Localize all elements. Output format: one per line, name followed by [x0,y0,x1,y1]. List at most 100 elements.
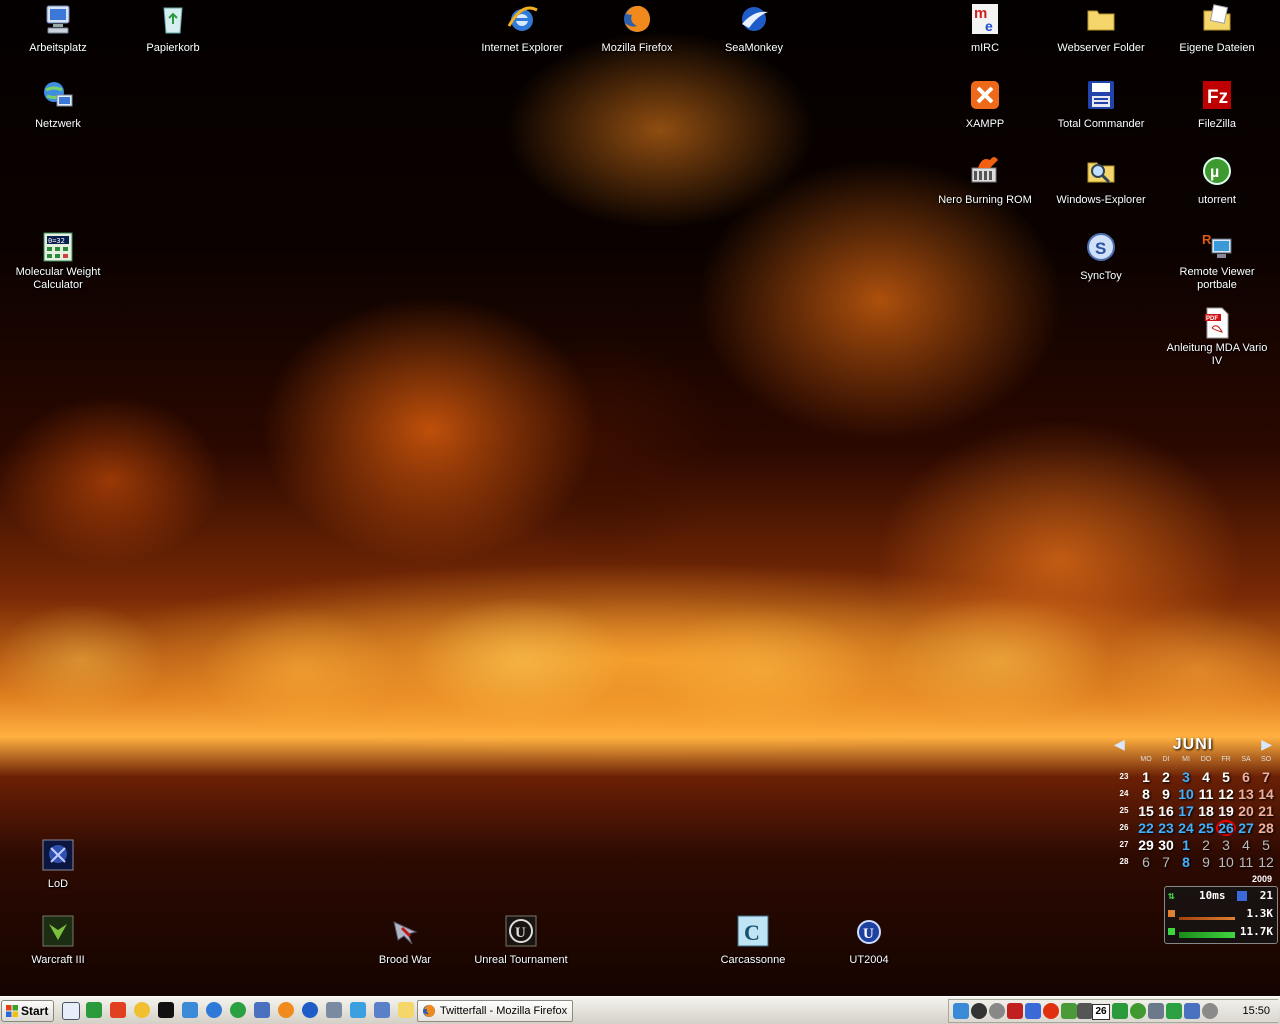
desktop-icon-xampp[interactable]: XAMPP [930,78,1040,132]
excel-icon[interactable] [86,1002,102,1018]
calendar-day[interactable]: 26 [1216,820,1236,836]
calendar-day[interactable]: 6 [1236,769,1256,785]
calendar-day[interactable]: 11 [1196,786,1216,802]
desktop-icon-webserver-folder[interactable]: Webserver Folder [1046,2,1156,56]
network-connection-icon[interactable] [1184,1003,1200,1019]
calendar-day[interactable]: 27 [1236,820,1256,836]
calendar-day[interactable]: 9 [1156,786,1176,802]
desktop-icon-total-commander[interactable]: Total Commander [1046,78,1156,132]
document-arrow-icon[interactable] [374,1002,390,1018]
display-icon[interactable] [1025,1003,1041,1019]
network-places-icon[interactable] [254,1002,270,1018]
taskbar-button-firefox[interactable]: Twitterfall - Mozilla Firefox [417,1000,573,1022]
calendar-day[interactable]: 4 [1196,769,1216,785]
usb-icon[interactable] [1148,1003,1164,1019]
antivirus-icon[interactable] [1043,1003,1059,1019]
calendar-day[interactable]: 1 [1136,769,1156,785]
calendar-day[interactable]: 5 [1216,769,1236,785]
calendar-day[interactable]: 30 [1156,837,1176,853]
clock[interactable]: 15:50 [1242,1000,1270,1022]
firefox-icon[interactable] [278,1002,294,1018]
calendar-day[interactable]: 4 [1236,837,1256,853]
desktop-icon-mirc[interactable]: me mIRC [930,2,1040,56]
calendar-day[interactable]: 13 [1236,786,1256,802]
update-icon[interactable] [1061,1003,1077,1019]
desktop-icon-remote-viewer[interactable]: R Remote Viewer portbale [1162,230,1272,293]
calendar-day[interactable]: 25 [1196,820,1216,836]
calendar-day[interactable]: 5 [1256,837,1276,853]
start-button[interactable]: Start [1,1000,54,1022]
utorrent-tray-icon[interactable] [1130,1003,1146,1019]
desktop-icon-warcraft-iii[interactable]: Warcraft III [3,914,113,968]
calendar-day[interactable]: 7 [1156,854,1176,870]
desktop-icon-lod[interactable]: LoD [3,838,113,892]
calendar-day[interactable]: 15 [1136,803,1156,819]
calendar-day[interactable]: 11 [1236,854,1256,870]
calendar-day[interactable]: 23 [1156,820,1176,836]
desktop-icon-nero-burning-rom[interactable]: Nero Burning ROM [930,154,1040,208]
desktop-icon-synctoy[interactable]: S SyncToy [1046,230,1156,284]
calendar-day[interactable]: 14 [1256,786,1276,802]
clover-icon[interactable] [230,1002,246,1018]
mirc-tray-icon[interactable] [1007,1003,1023,1019]
desktop-icon-carcassonne[interactable]: C Carcassonne [698,914,808,968]
internet-explorer-icon[interactable] [206,1002,222,1018]
outlook-icon[interactable] [110,1002,126,1018]
calendar-day[interactable]: 2 [1156,769,1176,785]
desktop-icon-windows-explorer[interactable]: Windows-Explorer [1046,154,1156,208]
desktop-icon-mozilla-firefox[interactable]: Mozilla Firefox [582,2,692,56]
calendar-day[interactable]: 1 [1176,837,1196,853]
tray-date-badge[interactable]: 26 [1092,1004,1110,1020]
calendar-day[interactable]: 8 [1176,854,1196,870]
calendar-day[interactable]: 3 [1216,837,1236,853]
desktop-icon-brood-war[interactable]: Brood War [350,914,460,968]
calendar-day[interactable]: 29 [1136,837,1156,853]
calendar-next-arrow-icon[interactable]: ▶ [1261,736,1272,753]
music-note-icon[interactable] [350,1002,366,1018]
word-icon[interactable] [62,1002,80,1020]
desktop-icon-internet-explorer[interactable]: Internet Explorer [467,2,577,56]
desktop-icon-seamonkey[interactable]: SeaMonkey [699,2,809,56]
desktop[interactable]: Arbeitsplatz Papierkorb Netzwerk 0=32 Mo… [0,0,1280,996]
calendar-day[interactable]: 9 [1196,854,1216,870]
calendar-day[interactable]: 28 [1256,820,1276,836]
calendar-day[interactable]: 10 [1216,854,1236,870]
safely-remove-icon[interactable] [1166,1003,1182,1019]
settings-gear-icon[interactable] [989,1003,1005,1019]
printer-icon[interactable] [326,1002,342,1018]
calendar-day[interactable]: 12 [1216,786,1236,802]
desktop-icon-papierkorb[interactable]: Papierkorb [118,2,228,56]
calendar-day[interactable]: 17 [1176,803,1196,819]
calendar-day[interactable]: 18 [1196,803,1216,819]
calendar-day[interactable]: 10 [1176,786,1196,802]
seamonkey-icon[interactable] [302,1002,318,1018]
desktop-icon-utorrent[interactable]: µ utorrent [1162,154,1272,208]
command-prompt-icon[interactable] [158,1002,174,1018]
messenger-icon[interactable] [134,1002,150,1018]
calendar-day[interactable]: 20 [1236,803,1256,819]
desktop-icon-filezilla[interactable]: Fz FileZilla [1162,78,1272,132]
desktop-icon-molecular-weight-calculator[interactable]: 0=32 Molecular Weight Calculator [3,230,113,293]
calendar-day[interactable]: 16 [1156,803,1176,819]
calendar-day[interactable]: 21 [1256,803,1276,819]
desktop-icon-anleitung-pdf[interactable]: PDF Anleitung MDA Vario IV [1162,306,1272,369]
drive-icon[interactable] [1077,1003,1093,1019]
calendar-day[interactable]: 3 [1176,769,1196,785]
volume-icon[interactable] [1202,1003,1218,1019]
calendar-day[interactable]: 19 [1216,803,1236,819]
calendar-day[interactable]: 7 [1256,769,1276,785]
desktop-icon-unreal-tournament[interactable]: U Unreal Tournament [466,914,576,968]
calendar-day[interactable]: 6 [1136,854,1156,870]
sync-arrows-icon[interactable] [1112,1003,1128,1019]
browser-icon[interactable] [182,1002,198,1018]
calendar-day[interactable]: 12 [1256,854,1276,870]
desktop-icon-ut2004[interactable]: U UT2004 [814,914,924,968]
calendar-day[interactable]: 24 [1176,820,1196,836]
folder-icon[interactable] [398,1002,414,1018]
desktop-icon-arbeitsplatz[interactable]: Arbeitsplatz [3,2,113,56]
itunes-icon[interactable] [953,1003,969,1019]
desktop-icon-netzwerk[interactable]: Netzwerk [3,78,113,132]
calendar-day[interactable]: 2 [1196,837,1216,853]
power-icon[interactable] [971,1003,987,1019]
desktop-icon-eigene-dateien[interactable]: Eigene Dateien [1162,2,1272,56]
